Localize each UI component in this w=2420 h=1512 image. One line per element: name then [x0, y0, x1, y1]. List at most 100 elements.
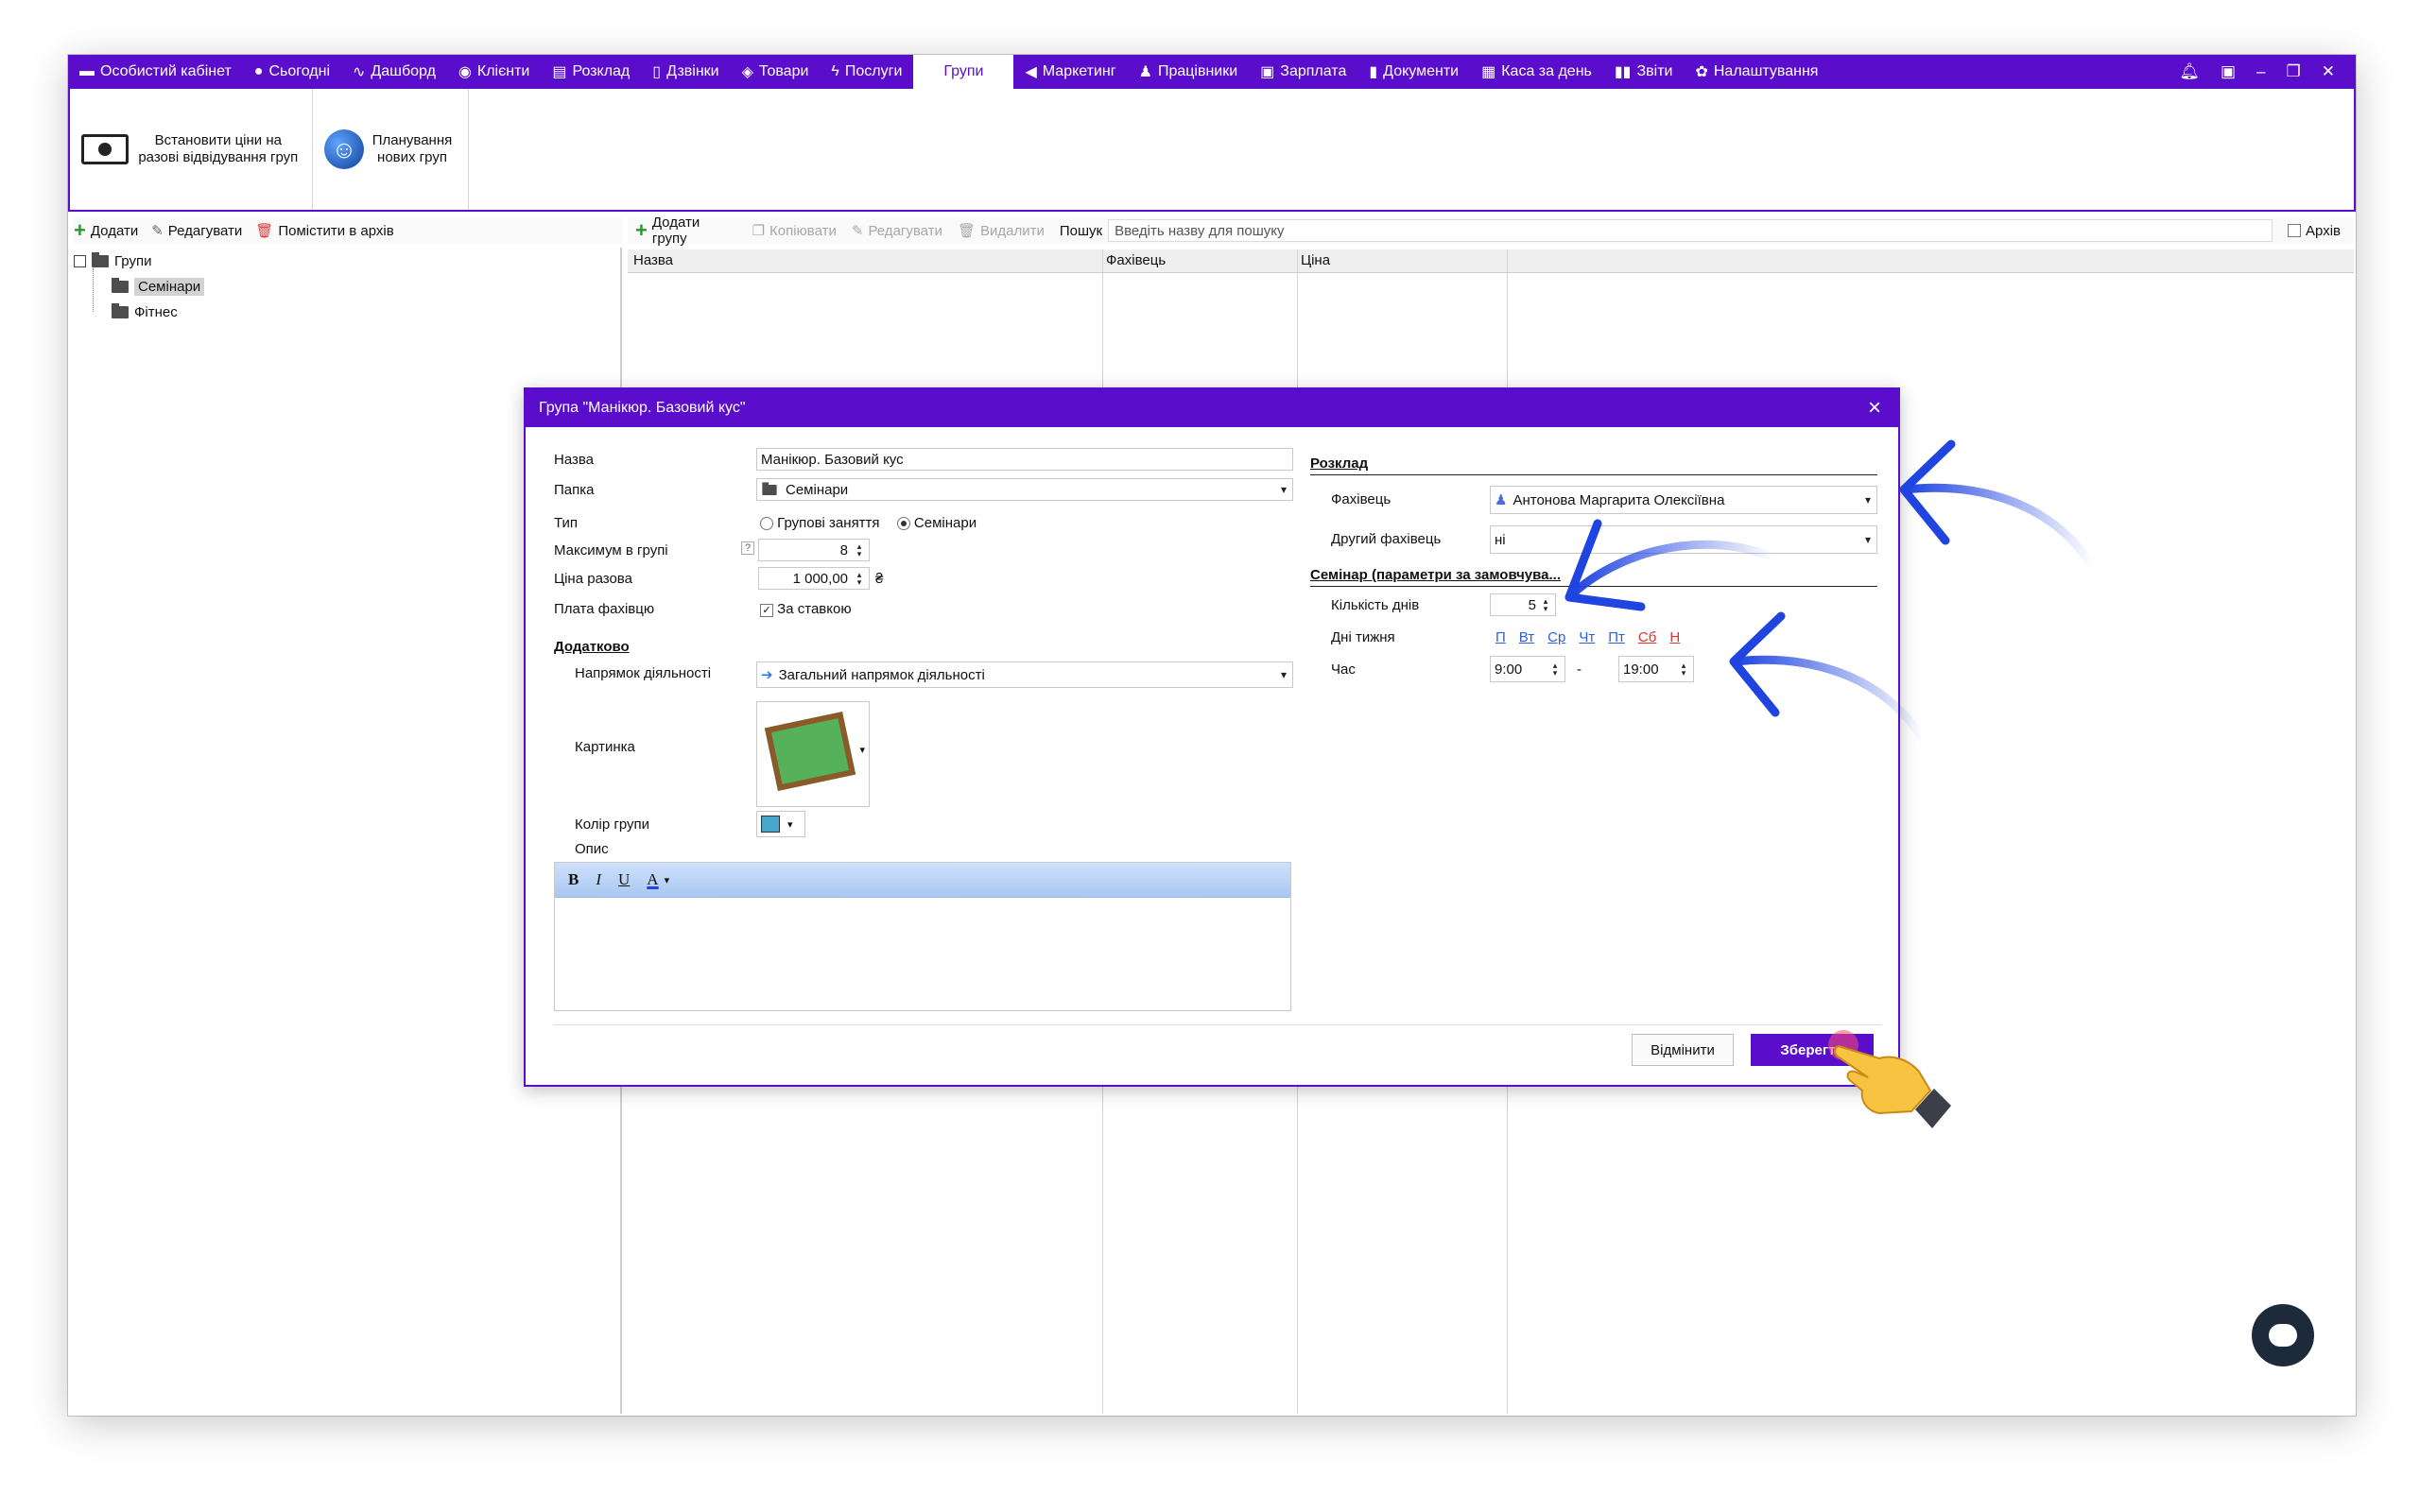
edit-button[interactable]: ✎ Редагувати	[151, 222, 242, 240]
restore-icon[interactable]: ❐	[2287, 62, 2301, 81]
search-input[interactable]: Введіть назву для пошуку	[1108, 219, 2273, 242]
weekday-sun[interactable]: Н	[1669, 629, 1680, 645]
bell-icon[interactable]: 🔔︎	[2179, 62, 2200, 81]
add-group-label: Додати групу	[651, 215, 700, 247]
search-label: Пошук	[1059, 222, 1103, 239]
weekday-sat[interactable]: Сб	[1638, 629, 1656, 645]
tab-goods[interactable]: ◈ Товари	[731, 55, 821, 89]
lock-icon[interactable]: ▣	[2221, 62, 2236, 81]
close-icon[interactable]: ×	[1868, 395, 1881, 421]
checkbox-icon[interactable]	[2288, 224, 2302, 237]
tab-label: Маркетинг	[1042, 63, 1116, 79]
plan-groups-label: Планування нових груп	[372, 132, 453, 165]
column-specialist[interactable]: Фахівець	[1106, 252, 1166, 268]
edit-group-button[interactable]: ✎ Редагувати	[851, 222, 942, 240]
tab-employees[interactable]: ♟ Працівники	[1128, 55, 1250, 89]
tree-item-seminars[interactable]: Семінари	[112, 278, 205, 296]
tab-clients[interactable]: ◉ Клієнти	[447, 55, 541, 89]
text-color-button[interactable]: A	[647, 870, 658, 889]
tab-cashbox[interactable]: ▦ Каса за день	[1470, 55, 1603, 89]
move-to-archive-button[interactable]: 🗑︎ Помістити в архів	[255, 222, 393, 240]
weekday-tue[interactable]: Вт	[1519, 629, 1534, 645]
column-name[interactable]: Назва	[633, 252, 673, 268]
tab-reports[interactable]: ▮▮ Звіти	[1603, 55, 1685, 89]
archive-checkbox[interactable]: Архів	[2288, 223, 2354, 239]
tab-calls[interactable]: ▯ Дзвінки	[641, 55, 730, 89]
tab-label: Клієнти	[476, 63, 530, 79]
picture-picker[interactable]: ▾	[756, 701, 870, 807]
set-prices-button[interactable]: Встановити ціни на разові відвідування г…	[70, 89, 313, 210]
cancel-button[interactable]: Відмінити	[1632, 1034, 1734, 1066]
groups-toolbar: + Додати групу ❐ Копіювати ✎ Редагувати 🗑︎ В…	[628, 215, 2354, 247]
price-stepper[interactable]: 1 000,00	[758, 567, 870, 590]
weekday-thu[interactable]: Чт	[1579, 629, 1595, 645]
specialist-select[interactable]: ♟ Антонова Маргарита Олексіївна	[1490, 486, 1877, 514]
weekday-mon[interactable]: П	[1495, 629, 1506, 645]
tab-documents[interactable]: ▮ Документи	[1357, 55, 1470, 89]
dialog-title: Група "Манікюр. Базовий кус"	[539, 400, 746, 416]
days-count-stepper[interactable]: 5	[1490, 593, 1556, 616]
add-button[interactable]: + Додати	[74, 220, 138, 241]
copy-button[interactable]: ❐ Копіювати	[752, 222, 837, 240]
tab-services[interactable]: ϟ Послуги	[820, 55, 913, 89]
dialog-title-bar: Група "Манікюр. Базовий кус"	[526, 389, 1898, 427]
second-specialist-select[interactable]: ні	[1490, 525, 1877, 554]
groups-grid-header: Назва Фахівець Ціна	[628, 249, 2354, 273]
description-editor[interactable]: B I U A ▾	[554, 862, 1291, 1011]
chat-icon[interactable]	[2252, 1304, 2314, 1366]
second-specialist-value: ні	[1495, 531, 1506, 548]
tab-settings[interactable]: ✿ Налаштування	[1684, 55, 1829, 89]
tree-root[interactable]: Групи	[74, 252, 151, 269]
max-stepper[interactable]: 8	[758, 539, 870, 561]
time-from-input[interactable]: 9:00	[1490, 656, 1565, 682]
add-group-button[interactable]: + Додати групу	[635, 215, 737, 247]
pencil-icon: ✎	[851, 223, 864, 239]
tree-item-fitness[interactable]: Фітнес	[112, 303, 178, 320]
employees-icon: ♟	[1138, 64, 1152, 80]
folder-icon	[112, 278, 129, 293]
calls-icon: ▯	[652, 64, 662, 80]
weekday-fri[interactable]: Пт	[1608, 629, 1625, 645]
direction-select[interactable]: ➔ Загальний напрямок діяльності	[756, 662, 1293, 688]
collapse-icon[interactable]	[74, 255, 86, 267]
days-count-value: 5	[1528, 596, 1536, 613]
color-picker[interactable]: ▾	[756, 811, 805, 837]
left-toolbar: + Додати ✎ Редагувати 🗑︎ Помістити в архів	[74, 217, 622, 244]
help-icon[interactable]: ?	[741, 541, 755, 555]
time-to-input[interactable]: 19:00	[1618, 656, 1694, 682]
pay-checkbox-label: За ставкою	[777, 601, 852, 617]
type-group-radio[interactable]	[760, 517, 773, 531]
chevron-down-icon[interactable]: ▾	[665, 874, 670, 886]
plan-groups-button[interactable]: ☺ Планування нових груп	[313, 89, 469, 210]
pay-checkbox[interactable]: ✓ За ставкою	[760, 601, 852, 617]
max-label: Максимум в групі	[554, 542, 668, 558]
tab-salary[interactable]: ▣ Зарплата	[1249, 55, 1357, 89]
search-placeholder: Введіть назву для пошуку	[1115, 222, 1285, 239]
tab-schedule[interactable]: ▤ Розклад	[541, 55, 641, 89]
folder-icon	[762, 481, 777, 495]
top-navigation: ▬ Особистий кабінет ● Сьогодні ∿ Дашборд ◉ К…	[68, 55, 2356, 89]
checkbox-checked-icon[interactable]: ✓	[760, 604, 773, 617]
tab-groups[interactable]: Групи	[913, 55, 1014, 89]
delete-button[interactable]: 🗑︎ Видалити	[958, 222, 1045, 240]
tab-cabinet[interactable]: ▬ Особистий кабінет	[68, 55, 243, 89]
tab-marketing[interactable]: ◀ Маркетинг	[1013, 55, 1127, 89]
type-seminar-radio[interactable]	[896, 517, 910, 531]
italic-button[interactable]: I	[596, 870, 601, 889]
tab-dashboard[interactable]: ∿ Дашборд	[341, 55, 447, 89]
type-group-label: Групові заняття	[777, 515, 880, 531]
close-icon[interactable]: ✕	[2322, 62, 2335, 81]
underline-button[interactable]: U	[618, 870, 630, 889]
section-divider	[1310, 586, 1877, 587]
name-field[interactable]: Манікюр. Базовий кус	[756, 448, 1293, 471]
bold-button[interactable]: B	[568, 870, 579, 889]
weekday-wed[interactable]: Ср	[1547, 629, 1565, 645]
folder-select[interactable]: Семінари	[756, 478, 1293, 501]
minimize-icon[interactable]: –	[2256, 62, 2265, 81]
time-to-value: 19:00	[1623, 661, 1659, 678]
column-price[interactable]: Ціна	[1301, 252, 1330, 268]
cashbox-icon: ▦	[1481, 64, 1496, 80]
tab-today[interactable]: ● Сьогодні	[243, 55, 341, 89]
goods-icon: ◈	[741, 64, 753, 80]
chevron-down-icon[interactable]: ▾	[859, 744, 865, 756]
